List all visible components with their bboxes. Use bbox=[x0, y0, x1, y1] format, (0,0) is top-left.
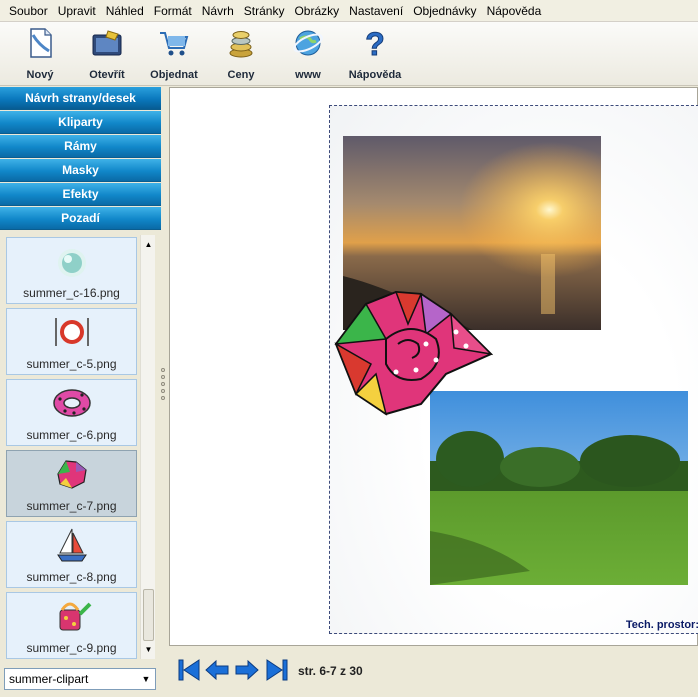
sailboat-icon bbox=[57, 528, 87, 562]
grip-dot-icon bbox=[161, 375, 165, 379]
clipart-scrollbar[interactable]: ▲ ▼ bbox=[140, 235, 155, 659]
clipart-list: summer_c-16.png summer_c-5.png summer_c-… bbox=[4, 235, 140, 659]
menu-format[interactable]: Formát bbox=[149, 4, 197, 18]
new-button[interactable]: Nový bbox=[10, 26, 70, 82]
open-button[interactable]: Otevřít bbox=[77, 26, 137, 82]
internet-globe-icon bbox=[293, 30, 323, 56]
shell-icon bbox=[57, 460, 87, 489]
open-folder-icon bbox=[92, 30, 122, 56]
clipart-filename: summer_c-16.png bbox=[23, 286, 120, 300]
open-label: Otevřít bbox=[89, 69, 125, 81]
menu-bar: Soubor Upravit Náhled Formát Návrh Strán… bbox=[0, 0, 698, 22]
shopping-cart-icon bbox=[160, 32, 189, 56]
new-label: Nový bbox=[26, 69, 54, 81]
grip-dot-icon bbox=[161, 368, 165, 372]
shell-clipart-image[interactable] bbox=[326, 284, 498, 418]
help-label: Nápověda bbox=[348, 69, 402, 81]
menu-soubor[interactable]: Soubor bbox=[4, 4, 53, 18]
clipart-filename: summer_c-7.png bbox=[26, 499, 117, 513]
ball-icon bbox=[58, 249, 86, 277]
page-counter: str. 6-7 z 30 bbox=[298, 664, 363, 678]
clipart-filename: summer_c-5.png bbox=[26, 357, 117, 371]
list-item[interactable]: summer_c-6.png bbox=[6, 379, 137, 446]
chevron-down-icon[interactable]: ▼ bbox=[138, 670, 154, 688]
prices-button[interactable]: Ceny bbox=[211, 26, 271, 82]
coins-icon bbox=[229, 31, 253, 58]
toolbar: Nový Otevřít Objednat Ceny www ? Nápověd… bbox=[0, 22, 698, 86]
scroll-down-icon[interactable]: ▼ bbox=[143, 644, 154, 655]
clipart-filename: summer_c-6.png bbox=[26, 428, 117, 442]
www-label: www bbox=[295, 69, 321, 81]
grip-dot-icon bbox=[161, 396, 165, 400]
section-background[interactable]: Pozadí bbox=[0, 207, 161, 230]
clipart-filename: summer_c-9.png bbox=[26, 641, 117, 655]
page-area[interactable]: Tech. prostor: bbox=[329, 105, 698, 634]
section-frames[interactable]: Rámy bbox=[0, 135, 161, 158]
category-select-value: summer-clipart bbox=[9, 672, 89, 686]
grip-dot-icon bbox=[161, 382, 165, 386]
previous-page-icon[interactable] bbox=[205, 658, 229, 682]
order-label: Objednat bbox=[150, 69, 198, 81]
section-cliparts[interactable]: Kliparty bbox=[0, 111, 161, 134]
menu-obrazky[interactable]: Obrázky bbox=[289, 4, 344, 18]
plate-cutlery-icon bbox=[55, 318, 89, 346]
new-document-icon bbox=[30, 28, 52, 58]
list-item[interactable]: summer_c-8.png bbox=[6, 521, 137, 588]
section-page-design[interactable]: Návrh strany/desek bbox=[0, 87, 161, 110]
first-page-icon[interactable] bbox=[177, 658, 201, 682]
menu-upravit[interactable]: Upravit bbox=[53, 4, 101, 18]
section-masks[interactable]: Masky bbox=[0, 159, 161, 182]
question-mark-icon: ? bbox=[365, 26, 386, 63]
panel-splitter[interactable] bbox=[160, 366, 166, 416]
swim-ring-icon bbox=[53, 389, 91, 417]
clipart-filename: summer_c-8.png bbox=[26, 570, 117, 584]
watering-can-icon bbox=[59, 602, 92, 631]
list-item[interactable]: summer_c-16.png bbox=[6, 237, 137, 304]
svg-text:?: ? bbox=[365, 26, 385, 60]
grip-dot-icon bbox=[161, 389, 165, 393]
scroll-up-icon[interactable]: ▲ bbox=[143, 239, 154, 250]
page-navigation: str. 6-7 z 30 bbox=[169, 646, 698, 697]
www-button[interactable]: www bbox=[278, 26, 338, 82]
list-item[interactable]: summer_c-9.png bbox=[6, 592, 137, 659]
prices-label: Ceny bbox=[227, 69, 255, 81]
tech-space-label: Tech. prostor: bbox=[625, 619, 698, 631]
park-photo[interactable] bbox=[430, 391, 688, 585]
help-button[interactable]: ? Nápověda bbox=[345, 26, 405, 82]
list-item[interactable]: summer_c-5.png bbox=[6, 308, 137, 375]
list-item[interactable]: summer_c-7.png bbox=[6, 450, 137, 517]
next-page-icon[interactable] bbox=[235, 658, 259, 682]
order-button[interactable]: Objednat bbox=[144, 26, 204, 82]
menu-navrh[interactable]: Návrh bbox=[197, 4, 239, 18]
category-select[interactable]: summer-clipart ▼ bbox=[4, 668, 156, 690]
menu-nahled[interactable]: Náhled bbox=[101, 4, 149, 18]
menu-stranky[interactable]: Stránky bbox=[239, 4, 290, 18]
last-page-icon[interactable] bbox=[265, 658, 289, 682]
scrollbar-thumb[interactable] bbox=[143, 589, 154, 641]
menu-nastaveni[interactable]: Nastavení bbox=[344, 4, 408, 18]
design-canvas[interactable]: Tech. prostor: bbox=[169, 87, 698, 646]
section-effects[interactable]: Efekty bbox=[0, 183, 161, 206]
menu-napoveda[interactable]: Nápověda bbox=[482, 4, 547, 18]
menu-objednavky[interactable]: Objednávky bbox=[408, 4, 481, 18]
